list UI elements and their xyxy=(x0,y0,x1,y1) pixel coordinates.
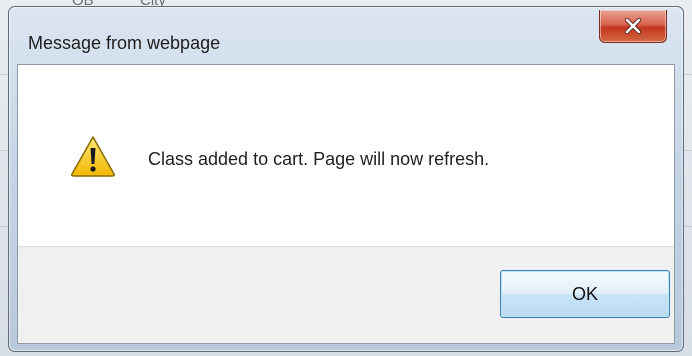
warning-icon xyxy=(71,136,115,177)
close-button[interactable] xyxy=(599,10,667,43)
message-area: Class added to cart. Page will now refre… xyxy=(18,65,674,246)
ok-button[interactable]: OK xyxy=(500,270,670,318)
message-dialog: Message from webpage Class added to cart… xyxy=(8,6,684,352)
dialog-client-area: Class added to cart. Page will now refre… xyxy=(17,64,675,344)
message-text: Class added to cart. Page will now refre… xyxy=(148,149,490,169)
dialog-button-bar: OK xyxy=(18,246,674,343)
dialog-title: Message from webpage xyxy=(28,33,221,53)
close-icon xyxy=(624,17,642,35)
